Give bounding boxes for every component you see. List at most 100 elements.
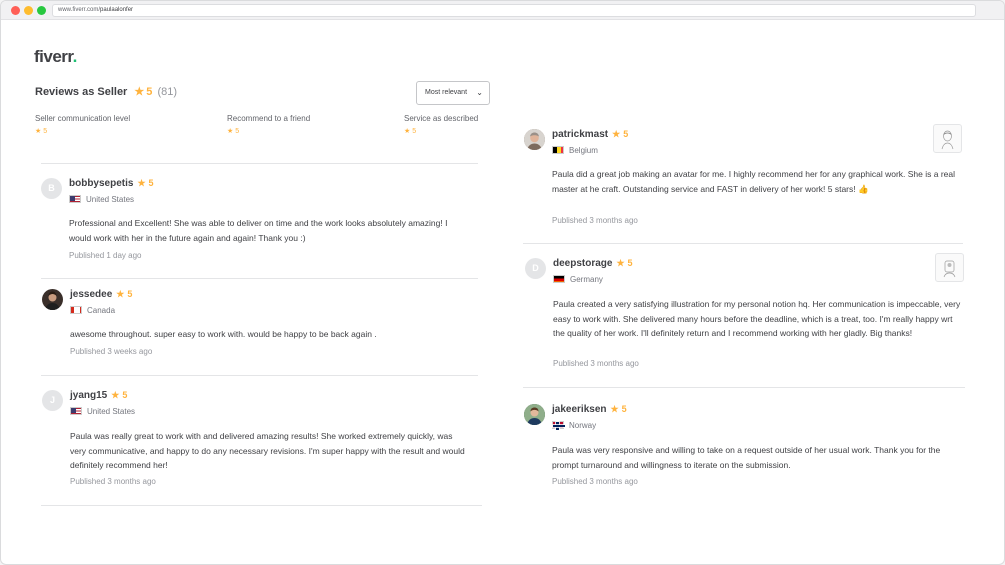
published-date: Published 3 months ago [70, 477, 156, 486]
reviewer-name-row: jakeeriksen ★ 5 [552, 404, 627, 415]
browser-window: www.fiverr.com/paulaalonfer fiverr. Revi… [0, 0, 1005, 565]
country-name: United States [86, 195, 135, 204]
browser-chrome: www.fiverr.com/paulaalonfer [1, 1, 1004, 20]
review-item: jessedee ★ 5 Canada awesome throughout. su… [42, 289, 472, 364]
address-bar[interactable]: www.fiverr.com/paulaalonfer [52, 4, 976, 17]
country-name: United States [87, 407, 136, 416]
criterion-label: Seller communication level [35, 114, 131, 123]
review-rating: 5 [627, 258, 633, 268]
star-icon: ★ [227, 128, 234, 135]
star-icon: ★ [35, 128, 42, 135]
overall-rating: 5 [146, 86, 153, 98]
review-text: awesome throughout. super easy to work w… [70, 329, 377, 339]
criterion-rating: ★ 5 [35, 127, 130, 135]
review-item: D deepstorage ★ 5 Germany Paula created a … [525, 258, 965, 378]
no-flag-icon [552, 421, 565, 430]
review-item: patrickmast ★ 5 Belgium Paula did a great … [524, 129, 964, 234]
reviewer-country: Belgium [552, 146, 598, 155]
star-icon: ★ [134, 86, 145, 98]
fiverr-logo[interactable]: fiverr. [34, 47, 77, 67]
reviewer-country: United States [69, 195, 134, 204]
country-name: Canada [87, 306, 116, 315]
review-text: Paula did a great job making an avatar f… [552, 169, 956, 194]
ca-flag-icon [70, 306, 82, 314]
url-path: paulaalonfer [100, 7, 134, 13]
country-name: Norway [569, 421, 597, 430]
avatar[interactable]: B [41, 178, 62, 199]
logo-dot: . [72, 47, 78, 66]
reviewer-name-row: patrickmast ★ 5 [552, 129, 628, 140]
divider [523, 387, 965, 388]
us-flag-icon [70, 407, 82, 415]
criterion-communication: Seller communication level ★ 5 [35, 114, 130, 135]
review-text: Professional and Excellent! She was able… [69, 218, 448, 243]
divider [41, 163, 478, 164]
avatar[interactable] [42, 289, 63, 310]
published-date: Published 3 months ago [553, 359, 639, 368]
delivery-thumbnail[interactable] [933, 124, 962, 153]
logo-text: fiverr [34, 47, 73, 66]
sort-dropdown[interactable]: Most relevant ⌄ [416, 81, 490, 105]
close-window-button[interactable] [11, 6, 20, 15]
reviewer-name[interactable]: jakeeriksen [552, 404, 607, 415]
divider [41, 278, 478, 279]
review-count: (81) [157, 86, 178, 98]
star-icon: ★ [616, 258, 625, 268]
star-icon: ★ [404, 128, 411, 135]
reviewer-name[interactable]: jyang15 [70, 390, 107, 401]
criterion-rating: ★ 5 [404, 127, 478, 135]
reviewer-country: Canada [70, 306, 115, 315]
review-item: B bobbysepetis ★ 5 United States Professio… [41, 178, 471, 268]
review-rating: 5 [127, 289, 133, 299]
review-text: Paula was really great to work with and … [70, 431, 465, 470]
us-flag-icon [69, 195, 81, 203]
avatar[interactable] [524, 129, 545, 150]
star-icon: ★ [111, 390, 120, 400]
criterion-label: Service as described [404, 114, 479, 123]
delivery-thumbnail[interactable] [935, 253, 964, 282]
star-icon: ★ [612, 129, 621, 139]
minimize-window-button[interactable] [24, 6, 33, 15]
chevron-down-icon: ⌄ [476, 88, 483, 97]
criterion-value: 5 [235, 128, 240, 135]
star-icon: ★ [116, 289, 125, 299]
reviewer-name[interactable]: jessedee [70, 289, 112, 300]
published-date: Published 1 day ago [69, 251, 142, 260]
country-name: Germany [570, 275, 603, 284]
url-prefix: www.fiverr.com/ [58, 7, 101, 13]
be-flag-icon [552, 146, 564, 154]
de-flag-icon [553, 275, 565, 283]
criterion-recommend: Recommend to a friend ★ 5 [227, 114, 310, 135]
reviewer-name-row: bobbysepetis ★ 5 [69, 178, 154, 189]
avatar[interactable]: D [525, 258, 546, 279]
reviewer-name-row: jyang15 ★ 5 [70, 390, 127, 401]
reviews-title: Reviews as Seller [35, 86, 128, 98]
maximize-window-button[interactable] [37, 6, 46, 15]
divider [41, 375, 478, 376]
review-text: Paula was very responsive and willing to… [552, 445, 941, 470]
avatar[interactable]: J [42, 390, 63, 411]
review-rating: 5 [623, 129, 629, 139]
published-date: Published 3 weeks ago [70, 347, 153, 356]
reviewer-name[interactable]: deepstorage [553, 258, 612, 269]
criterion-service: Service as described ★ 5 [404, 114, 478, 135]
criterion-value: 5 [412, 128, 417, 135]
star-icon: ★ [137, 178, 146, 188]
reviewer-country: United States [70, 407, 135, 416]
review-rating: 5 [148, 178, 154, 188]
review-text: Paula created a very satisfying illustra… [553, 299, 961, 338]
review-item: J jyang15 ★ 5 United States Paula was real… [42, 390, 482, 495]
star-icon: ★ [610, 404, 619, 414]
review-rating: 5 [122, 390, 128, 400]
criterion-label: Recommend to a friend [227, 114, 311, 123]
review-item: jakeeriksen ★ 5 Norway Paula was very resp… [524, 404, 964, 494]
reviewer-name[interactable]: patrickmast [552, 129, 608, 140]
criterion-rating: ★ 5 [227, 127, 310, 135]
published-date: Published 3 months ago [552, 477, 638, 486]
published-date: Published 3 months ago [552, 216, 638, 225]
avatar[interactable] [524, 404, 545, 425]
reviewer-name[interactable]: bobbysepetis [69, 178, 133, 189]
divider [523, 243, 963, 244]
sort-selected: Most relevant [425, 89, 468, 96]
reviewer-country: Norway [552, 421, 596, 430]
